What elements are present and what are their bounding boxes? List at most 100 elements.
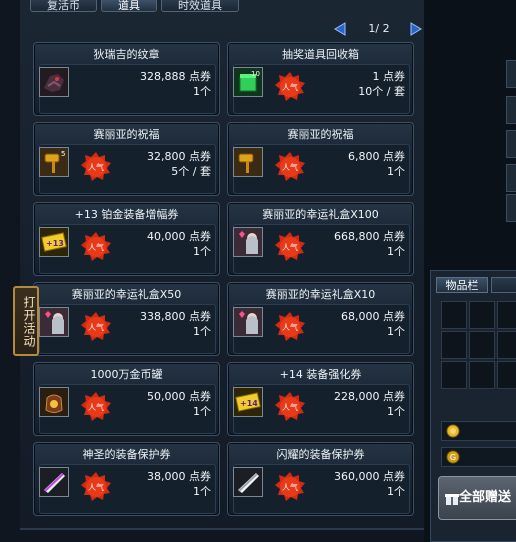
item-quantity: 1个: [387, 405, 405, 418]
svg-text:人气: 人气: [88, 162, 104, 172]
gold-coin-row: [441, 421, 516, 441]
side-slot[interactable]: [506, 164, 516, 192]
item-name: 赛丽亚的祝福: [93, 128, 160, 141]
svg-text:人气: 人气: [88, 322, 104, 332]
item-card[interactable]: 赛丽亚的幸运礼盒X100 人气 668,800 点券 1个: [227, 202, 414, 276]
item-name: 狄瑞吉的纹章: [93, 48, 160, 61]
item-quantity: 5个 / 套: [171, 165, 211, 178]
item-card[interactable]: 狄瑞吉的纹章 328,888 点券 1个: [33, 42, 220, 116]
item-quantity: 1个: [193, 405, 211, 418]
item-card[interactable]: 赛丽亚的幸运礼盒X50 人气 338,800 点券 1个: [33, 282, 220, 356]
item-name: 抽奖道具回收箱: [282, 48, 359, 61]
item-quantity: 1个: [387, 485, 405, 498]
gold-coin-jar-icon[interactable]: [39, 387, 69, 417]
item-quantity: 10个 / 套: [358, 85, 405, 98]
golden-hammer-icon[interactable]: [233, 147, 263, 177]
item-card[interactable]: 赛丽亚的幸运礼盒X10 人气 68,000 点券 1个: [227, 282, 414, 356]
next-page-button[interactable]: [408, 21, 424, 37]
inventory-slot[interactable]: [497, 361, 516, 389]
item-name: 闪耀的装备保护券: [276, 448, 365, 461]
hot-badge-icon: 人气: [81, 152, 111, 181]
item-price: 328,888 点券: [140, 70, 211, 83]
reinforce-ticket-icon[interactable]: +14: [233, 387, 263, 417]
hot-badge-icon: 人气: [275, 392, 305, 421]
open-event-tab[interactable]: 打开活动: [13, 286, 39, 356]
inventory-slot[interactable]: [441, 361, 467, 389]
item-card[interactable]: 神圣的装备保护券 人气 38,000 点券 1个: [33, 442, 220, 516]
item-price: 38,000 点券: [147, 470, 211, 483]
amplify-ticket-icon[interactable]: +13: [39, 227, 69, 257]
pagination: 1/ 2: [332, 20, 424, 38]
item-name: 赛丽亚的幸运礼盒X50: [71, 288, 182, 301]
svg-text:人气: 人气: [88, 242, 104, 252]
item-price: 50,000 点券: [147, 390, 211, 403]
item-price: 32,800 点券: [147, 150, 211, 163]
item-quantity: 1个: [387, 245, 405, 258]
item-price: 228,000 点券: [334, 390, 405, 403]
item-quantity: 1个: [193, 85, 211, 98]
item-name: 赛丽亚的祝福: [287, 128, 354, 141]
cera-point-icon: G: [446, 450, 460, 464]
protection-ticket-icon[interactable]: [39, 467, 69, 497]
side-slot[interactable]: [506, 60, 516, 88]
item-name: +14 装备强化券: [279, 368, 362, 381]
dragon-emblem-icon[interactable]: [39, 67, 69, 97]
svg-text:人气: 人气: [88, 482, 104, 492]
item-card[interactable]: 赛丽亚的祝福 5 人气 32,800 点券 5个 / 套: [33, 122, 220, 196]
inventory-slot[interactable]: [469, 361, 495, 389]
inventory-slot[interactable]: [469, 331, 495, 359]
gift-all-button[interactable]: 全部赠送: [438, 476, 516, 520]
side-slot[interactable]: [506, 194, 516, 222]
protection-ticket-icon[interactable]: [233, 467, 263, 497]
item-price: 338,800 点券: [140, 310, 211, 323]
item-quantity: 1个: [387, 325, 405, 338]
svg-text:+13: +13: [46, 239, 64, 248]
inventory-slot[interactable]: [497, 331, 516, 359]
svg-text:10: 10: [251, 70, 260, 78]
item-card[interactable]: 抽奖道具回收箱 10 人气 1 点券 10个 / 套: [227, 42, 414, 116]
inventory-slot[interactable]: [469, 301, 495, 329]
seria-giftbox-icon[interactable]: [233, 307, 263, 337]
item-price: 668,800 点券: [334, 230, 405, 243]
tab-timed-items[interactable]: 时效道具: [161, 0, 239, 12]
gift-icon: [445, 494, 459, 505]
tab-revive-coin[interactable]: 复活币: [30, 0, 97, 12]
item-card[interactable]: 1000万金币罐 人气 50,000 点券 1个: [33, 362, 220, 436]
svg-text:人气: 人气: [282, 482, 298, 492]
inventory-grid: [441, 301, 516, 393]
hot-badge-icon: 人气: [275, 312, 305, 341]
hot-badge-icon: 人气: [81, 312, 111, 341]
item-card[interactable]: +13 铂金装备增幅券 +13 人气 40,000 点券 1个: [33, 202, 220, 276]
svg-text:人气: 人气: [282, 242, 298, 252]
tab-items[interactable]: 道具: [101, 0, 157, 12]
item-price: 6,800 点券: [348, 150, 405, 163]
inventory-slot[interactable]: [441, 331, 467, 359]
tab-inventory[interactable]: 物品栏: [436, 277, 488, 293]
cera-point-row: G: [441, 447, 516, 467]
svg-text:人气: 人气: [282, 82, 298, 92]
tab-inventory-secondary[interactable]: [491, 277, 516, 293]
item-price: 1 点券: [372, 70, 406, 83]
svg-text:+14: +14: [240, 399, 258, 408]
item-name: 赛丽亚的幸运礼盒X100: [262, 208, 379, 221]
svg-text:G: G: [450, 453, 456, 462]
item-card[interactable]: 赛丽亚的祝福 人气 6,800 点券 1个: [227, 122, 414, 196]
shop-tabs: 复活币 道具 时效道具: [30, 0, 243, 14]
side-slot[interactable]: [506, 130, 516, 158]
shop-panel: 复活币 道具 时效道具 1/ 2 狄瑞吉的纹章 328,888 点券 1个 抽奖…: [20, 0, 426, 530]
item-name: 1000万金币罐: [90, 368, 163, 381]
inventory-slot[interactable]: [441, 301, 467, 329]
side-slot[interactable]: [506, 96, 516, 124]
seria-giftbox-icon[interactable]: [39, 307, 69, 337]
item-name: 赛丽亚的幸运礼盒X10: [265, 288, 376, 301]
item-card[interactable]: +14 装备强化券 +14 人气 228,000 点券 1个: [227, 362, 414, 436]
item-quantity: 1个: [193, 485, 211, 498]
item-card[interactable]: 闪耀的装备保护券 人气 360,000 点券 1个: [227, 442, 414, 516]
green-recycle-box-icon[interactable]: 10: [233, 67, 263, 97]
prev-page-button[interactable]: [332, 21, 348, 37]
svg-text:5: 5: [61, 150, 65, 158]
inventory-slot[interactable]: [497, 301, 516, 329]
item-quantity: 1个: [193, 245, 211, 258]
seria-giftbox-icon[interactable]: [233, 227, 263, 257]
golden-hammer-icon[interactable]: 5: [39, 147, 69, 177]
